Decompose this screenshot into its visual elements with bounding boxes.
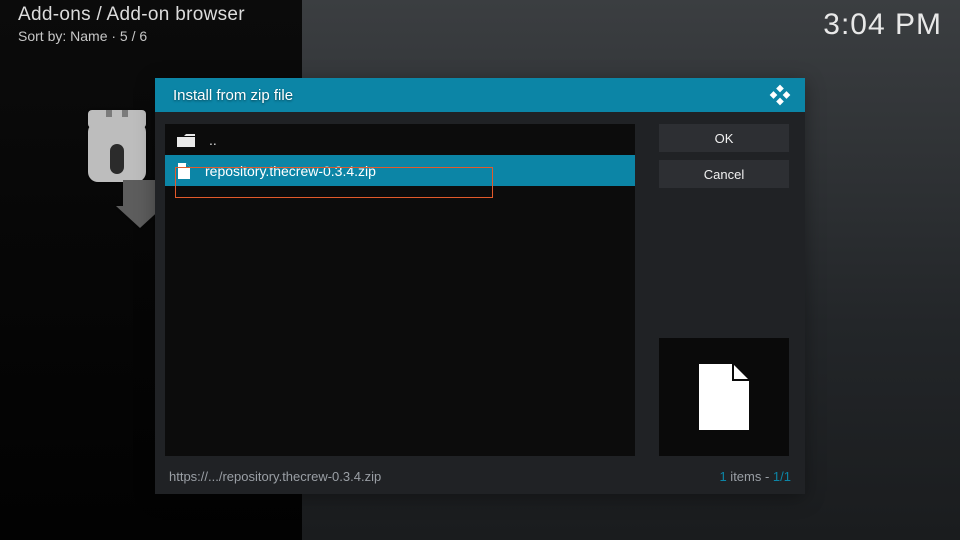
dialog-header: Install from zip file [155,78,805,112]
document-icon [697,364,751,430]
dialog-right-column: OK Cancel [659,124,791,456]
dialog-body: .. repository.thecrew-0.3.4.zip OK Cance… [155,112,805,466]
footer-items-word: items - [727,469,773,484]
footer-path: https://.../repository.thecrew-0.3.4.zip [169,469,719,484]
clock: 3:04 PM [823,8,942,42]
file-row-label: repository.thecrew-0.3.4.zip [205,163,376,179]
file-preview [659,338,789,456]
sort-indicator: Sort by: Name · 5 / 6 [18,28,942,44]
folder-up-icon [177,133,195,147]
cancel-button[interactable]: Cancel [659,160,789,188]
file-row-label: .. [209,132,217,148]
dialog-title: Install from zip file [173,87,767,104]
install-from-zip-dialog: Install from zip file .. [155,78,805,494]
ok-button[interactable]: OK [659,124,789,152]
dialog-footer: https://.../repository.thecrew-0.3.4.zip… [155,466,805,494]
file-row-parent[interactable]: .. [165,124,635,155]
file-list: .. repository.thecrew-0.3.4.zip [165,124,635,456]
footer-count-current: 1 [719,469,726,484]
breadcrumb: Add-ons / Add-on browser [18,4,942,26]
file-row-zip[interactable]: repository.thecrew-0.3.4.zip [165,155,635,186]
footer-count-pos: 1/1 [773,469,791,484]
kodi-logo-icon [767,82,793,108]
file-icon [177,163,191,179]
topbar: Add-ons / Add-on browser Sort by: Name ·… [18,4,942,44]
footer-counts: 1 items - 1/1 [719,469,791,484]
